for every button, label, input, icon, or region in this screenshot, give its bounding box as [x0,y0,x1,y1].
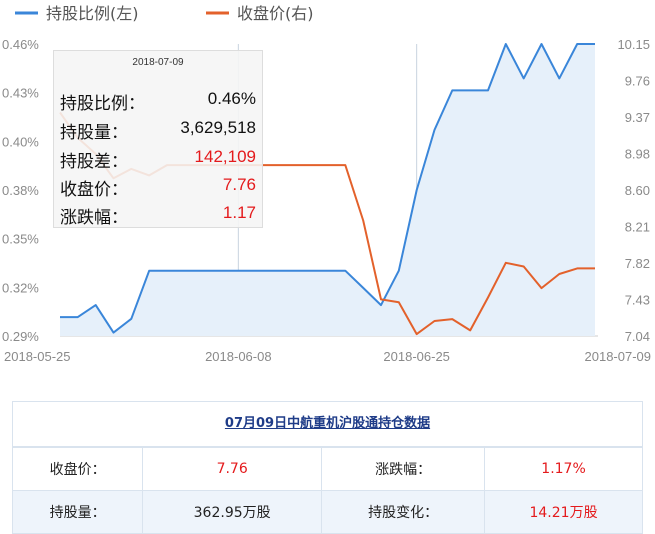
close-price-value: 7.76 [142,447,323,491]
y-right-tick-label: 8.98 [625,147,650,162]
table-row: 收盘价： 7.76 涨跌幅： 1.17% [13,447,642,491]
y-right-tick-label: 8.60 [625,183,650,198]
x-tick-label: 2018-07-09 [585,349,652,364]
tooltip-value: 0.46% [207,89,256,108]
y-left-tick-label: 0.46% [2,37,39,52]
tooltip-row-close: 收盘价： 7.76 [60,175,256,201]
legend-label-holding: 持股比例(左) [46,4,139,23]
tooltip-value: 1.17 [222,203,256,222]
x-tick-label: 2018-06-25 [383,349,450,364]
tooltip-row-change: 涨跌幅： 1.17 [60,203,256,229]
y-right-tick-label: 10.15 [617,37,650,52]
y-right-tick-label: 8.21 [625,220,650,235]
shares-change-value: 14.21万股 [484,490,642,533]
change-pct-value: 1.17% [484,447,642,491]
y-left-tick-label: 0.32% [2,280,39,295]
tooltip-value: 142,109 [194,147,256,166]
tooltip-label: 持股差： [60,152,128,172]
close-price-label: 收盘价： [13,447,144,491]
y-left-tick-label: 0.35% [2,232,39,247]
y-right-tick-label: 9.37 [625,110,650,125]
y-left-tick-label: 0.40% [2,134,39,149]
y-axis-left-ticks: 0.29% 0.32% 0.35% 0.38% 0.40% 0.43% 0.46% [2,37,39,344]
table-row: 持股量： 362.95万股 持股变化： 14.21万股 [13,490,642,533]
tooltip-row-shares: 持股量： 3,629,518 [60,118,256,144]
y-left-tick-label: 0.43% [2,86,39,101]
info-title-link[interactable]: 07月09日中航重机沪股通持仓数据 [13,402,642,447]
holding-info-panel: 07月09日中航重机沪股通持仓数据 收盘价： 7.76 涨跌幅： 1.17% 持… [12,401,643,534]
y-right-tick-label: 7.82 [625,256,650,271]
shares-change-label: 持股变化： [321,490,486,533]
tooltip-value: 3,629,518 [180,118,256,137]
x-tick-label: 2018-05-25 [4,349,71,364]
x-axis-ticks: 2018-05-25 2018-06-08 2018-06-25 2018-07-09 [4,349,651,364]
legend-label-close: 收盘价(右) [237,4,314,23]
y-left-tick-label: 0.38% [2,183,39,198]
tooltip-row-ratio: 持股比例： 0.46% [60,89,256,115]
shares-held-label: 持股量： [13,490,144,533]
tooltip-label: 持股量： [60,123,128,143]
y-right-tick-label: 7.43 [625,293,650,308]
y-axis-right-ticks: 7.04 7.43 7.82 8.21 8.60 8.98 9.37 9.76 10.15 [617,37,650,344]
legend: 持股比例(左) 收盘价(右) [15,4,314,23]
y-right-tick-label: 7.04 [625,329,650,344]
tooltip-row-diff: 持股差： 142,109 [60,147,256,173]
tooltip-value: 7.76 [222,175,256,194]
chart-tooltip: 2018-07-09 持股比例： 0.46% 持股量： 3,629,518 持股… [53,50,263,228]
tooltip-date: 2018-07-09 [132,57,184,68]
y-left-tick-label: 0.29% [2,329,39,344]
tooltip-label: 涨跌幅： [60,208,128,228]
shares-held-value: 362.95万股 [142,490,323,533]
change-pct-label: 涨跌幅： [321,447,486,491]
info-table: 收盘价： 7.76 涨跌幅： 1.17% 持股量： 362.95万股 持股变化：… [13,447,642,533]
tooltip-label: 持股比例： [60,94,145,114]
y-right-tick-label: 9.76 [625,74,650,89]
tooltip-label: 收盘价： [60,180,128,200]
x-tick-label: 2018-06-08 [205,349,272,364]
